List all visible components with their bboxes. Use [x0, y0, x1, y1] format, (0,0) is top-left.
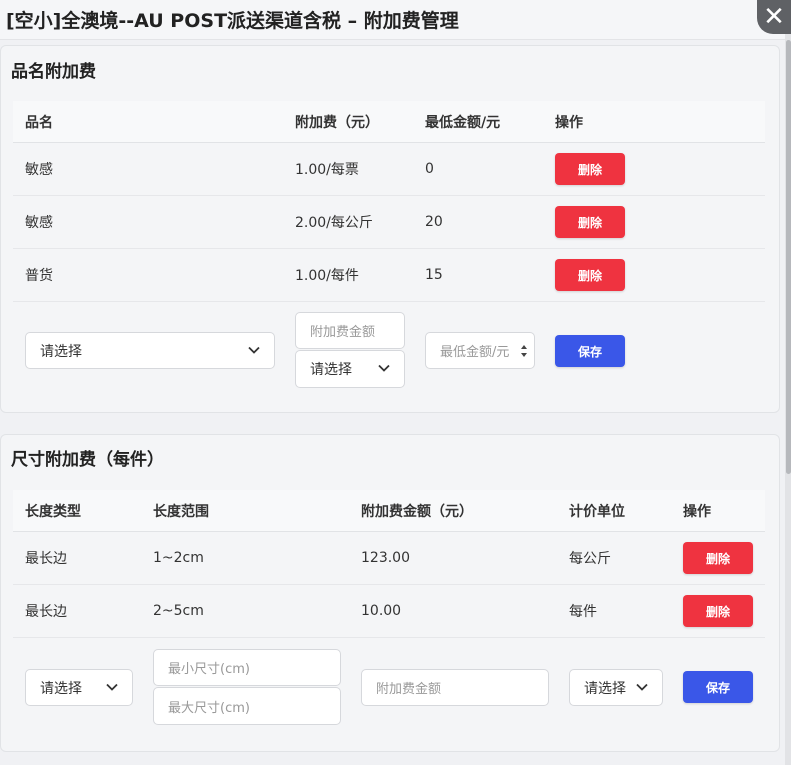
- product-name-cell: 普货: [25, 268, 53, 284]
- table-row: 最长边 2~5cm 10.00 每件 删除: [13, 585, 765, 638]
- min-size-input[interactable]: 最小尺寸(cm): [153, 649, 341, 686]
- min-amount-input[interactable]: 最低金额/元: [425, 332, 535, 369]
- column-header: 附加费（元）: [295, 114, 379, 131]
- unit-cell: 每公斤: [569, 551, 611, 567]
- length-range-cell: 1~2cm: [153, 550, 204, 566]
- min-amount-cell: 0: [425, 161, 434, 177]
- unit-cell: 每件: [569, 604, 597, 620]
- input-placeholder: 最大尺寸(cm): [168, 700, 250, 716]
- column-header: 最低金额/元: [425, 114, 501, 131]
- select-value: 请选择: [584, 680, 626, 697]
- product-name-select[interactable]: 请选择: [25, 332, 275, 369]
- input-placeholder: 附加费金额: [310, 325, 376, 340]
- fee-cell: 2.00/每公斤: [295, 215, 373, 231]
- product-name-cell: 敏感: [25, 162, 53, 178]
- length-type-cell: 最长边: [25, 604, 67, 620]
- select-value: 请选择: [40, 343, 82, 360]
- window-title: [空小]全澳境--AU POST派送渠道含税 – 附加费管理: [6, 10, 459, 32]
- column-header: 计价单位: [569, 503, 625, 520]
- fee-unit-select[interactable]: 请选择: [295, 350, 405, 388]
- input-placeholder: 附加费金额: [376, 682, 442, 697]
- product-surcharge-title: 品名附加费: [11, 62, 96, 82]
- size-surcharge-title: 尺寸附加费（每件）: [11, 450, 164, 470]
- scrollbar-thumb[interactable]: [786, 40, 791, 474]
- column-header: 操作: [683, 503, 711, 520]
- fee-cell: 10.00: [361, 603, 402, 619]
- window-header: [空小]全澳境--AU POST派送渠道含税 – 附加费管理: [0, 0, 791, 40]
- number-spinner-icon[interactable]: [520, 343, 528, 359]
- size-table-header: 长度类型 长度范围 附加费金额（元） 计价单位 操作: [13, 490, 765, 532]
- fee-cell: 1.00/每件: [295, 268, 359, 284]
- close-button[interactable]: ✕: [757, 0, 791, 34]
- column-header: 操作: [555, 114, 583, 131]
- select-value: 请选择: [40, 680, 82, 697]
- table-row: 敏感 2.00/每公斤 20 删除: [13, 196, 765, 249]
- table-row: 最长边 1~2cm 123.00 每公斤 删除: [13, 532, 765, 585]
- length-type-select[interactable]: 请选择: [25, 669, 133, 706]
- length-type-cell: 最长边: [25, 551, 67, 567]
- product-table-header: 品名 附加费（元） 最低金额/元 操作: [13, 101, 765, 143]
- size-surcharge-card: 尺寸附加费（每件） 长度类型 长度范围 附加费金额（元） 计价单位 操作 最长边…: [0, 434, 780, 752]
- select-value: 请选择: [310, 362, 352, 378]
- close-icon: ✕: [763, 2, 785, 32]
- product-name-cell: 敏感: [25, 215, 53, 231]
- unit-select[interactable]: 请选择: [569, 669, 663, 706]
- min-amount-cell: 15: [425, 267, 443, 283]
- chevron-down-icon: [106, 683, 118, 691]
- column-header: 长度类型: [25, 503, 81, 520]
- column-header: 长度范围: [153, 503, 209, 520]
- save-button[interactable]: 保存: [555, 335, 625, 367]
- input-placeholder: 最低金额/元: [440, 345, 510, 360]
- product-surcharge-card: 品名附加费 品名 附加费（元） 最低金额/元 操作 敏感 1.00/每票 0 删…: [0, 45, 780, 413]
- chevron-down-icon: [248, 346, 260, 354]
- delete-button[interactable]: 删除: [555, 206, 625, 238]
- delete-button[interactable]: 删除: [555, 153, 625, 185]
- column-header: 附加费金额（元）: [361, 503, 473, 520]
- save-button[interactable]: 保存: [683, 671, 753, 703]
- delete-button[interactable]: 删除: [683, 595, 753, 627]
- delete-button[interactable]: 删除: [683, 542, 753, 574]
- chevron-down-icon: [378, 364, 390, 372]
- fee-cell: 123.00: [361, 550, 410, 566]
- chevron-down-icon: [636, 683, 648, 691]
- table-row: 敏感 1.00/每票 0 删除: [13, 143, 765, 196]
- delete-button[interactable]: 删除: [555, 259, 625, 291]
- input-placeholder: 最小尺寸(cm): [168, 662, 250, 677]
- min-amount-cell: 20: [425, 214, 443, 230]
- vertical-scrollbar[interactable]: [785, 34, 791, 765]
- table-row: 普货 1.00/每件 15 删除: [13, 249, 765, 302]
- fee-cell: 1.00/每票: [295, 162, 359, 178]
- fee-amount-input[interactable]: 附加费金额: [361, 669, 549, 706]
- max-size-input[interactable]: 最大尺寸(cm): [153, 687, 341, 725]
- length-range-cell: 2~5cm: [153, 603, 204, 619]
- column-header: 品名: [25, 114, 53, 131]
- fee-amount-input[interactable]: 附加费金额: [295, 312, 405, 349]
